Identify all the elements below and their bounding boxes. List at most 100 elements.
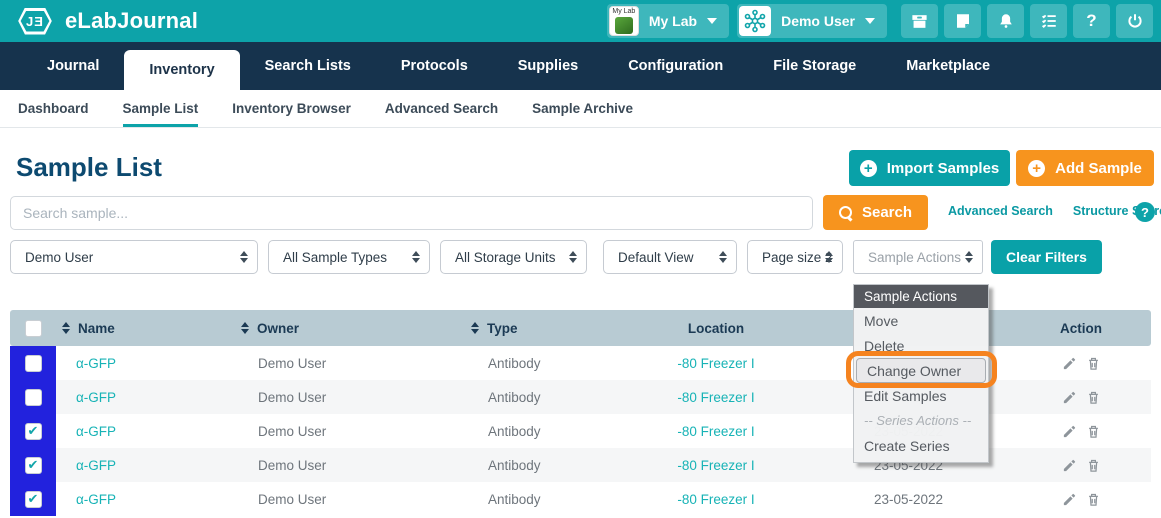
app-logo[interactable]: JƎ eLabJournal [0,8,198,35]
table-row: α-GFP Demo User Antibody -80 Freezer I 2… [10,482,1151,516]
user-selector[interactable]: Demo User [737,4,887,38]
menu-item-move[interactable]: Move [854,308,988,333]
location-link[interactable]: -80 Freezer I [677,458,754,473]
type-cell: Antibody [488,492,541,507]
subnav-sample-archive[interactable]: Sample Archive [532,90,633,127]
add-sample-button[interactable]: + Add Sample [1016,150,1154,186]
select-arrows-icon [240,251,248,263]
select-arrows-icon [412,251,420,263]
subnav-sample-list[interactable]: Sample List [123,90,199,127]
select-all-checkbox[interactable] [25,320,42,337]
task-list-button[interactable] [1030,4,1067,38]
tab-search-lists[interactable]: Search Lists [240,42,376,90]
tab-inventory[interactable]: Inventory [124,50,239,90]
delete-icon[interactable] [1086,390,1101,405]
search-input[interactable] [10,196,813,230]
sample-name-link[interactable]: α-GFP [76,356,116,371]
row-checkbox[interactable] [25,423,42,440]
column-header-location[interactable]: Location [626,321,806,336]
owner-cell: Demo User [258,356,326,371]
edit-icon[interactable] [1062,424,1077,439]
notes-button[interactable] [944,4,981,38]
edit-icon[interactable] [1062,492,1077,507]
clear-filters-button[interactable]: Clear Filters [991,240,1102,274]
lab-thumbnail-icon [615,17,633,34]
column-header-type[interactable]: Type [487,321,518,336]
owner-cell: Demo User [258,424,326,439]
my-lab-selector[interactable]: My Lab My Lab [607,4,729,38]
owner-cell: Demo User [258,492,326,507]
column-header-action: Action [1011,321,1151,336]
storage-box-icon [910,12,929,31]
import-samples-button[interactable]: + Import Samples [849,150,1010,186]
subnav-dashboard[interactable]: Dashboard [18,90,89,127]
chevron-down-icon [707,18,717,24]
sample-name-link[interactable]: α-GFP [76,390,116,405]
filter-bar: Demo User All Sample Types All Storage U… [10,240,1102,274]
row-checkbox[interactable] [25,457,42,474]
delete-icon[interactable] [1086,424,1101,439]
owner-filter-select[interactable]: Demo User [10,240,258,274]
user-label: Demo User [781,13,855,29]
edit-icon[interactable] [1062,356,1077,371]
location-link[interactable]: -80 Freezer I [677,356,754,371]
view-filter-select[interactable]: Default View [603,240,737,274]
sort-icon[interactable] [471,322,479,334]
notifications-button[interactable] [987,4,1024,38]
tab-protocols[interactable]: Protocols [376,42,493,90]
row-checkbox[interactable] [25,355,42,372]
task-list-icon [1040,12,1058,30]
molecule-icon [739,6,771,36]
sort-icon[interactable] [241,322,249,334]
location-link[interactable]: -80 Freezer I [677,492,754,507]
search-button[interactable]: Search [823,195,928,230]
type-cell: Antibody [488,458,541,473]
tab-marketplace[interactable]: Marketplace [881,42,1015,90]
location-link[interactable]: -80 Freezer I [677,390,754,405]
row-checkbox[interactable] [25,389,42,406]
tab-configuration[interactable]: Configuration [603,42,748,90]
plus-icon: + [860,160,877,177]
select-arrows-icon [825,251,833,263]
sample-type-filter-select[interactable]: All Sample Types [268,240,430,274]
edit-icon[interactable] [1062,390,1077,405]
select-arrows-icon [719,251,727,263]
sample-actions-select[interactable]: Sample Actions [853,240,983,274]
advanced-search-link[interactable]: Advanced Search [948,204,1053,218]
delete-icon[interactable] [1086,458,1101,473]
app-title: eLabJournal [65,8,198,34]
column-header-owner[interactable]: Owner [257,321,299,336]
tab-supplies[interactable]: Supplies [493,42,603,90]
help-button[interactable]: ? [1073,4,1110,38]
menu-item-create-series[interactable]: Create Series [854,433,988,458]
tab-journal[interactable]: Journal [22,42,124,90]
location-link[interactable]: -80 Freezer I [677,424,754,439]
row-checkbox[interactable] [25,491,42,508]
storage-unit-filter-select[interactable]: All Storage Units [440,240,587,274]
sample-actions-menu: Sample Actions Move Delete Change Owner … [853,284,989,463]
delete-icon[interactable] [1086,356,1101,371]
storage-box-button[interactable] [901,4,938,38]
page-size-select[interactable]: Page size 2 [747,240,843,274]
plus-icon: + [1028,160,1045,177]
search-help-icon[interactable]: ? [1135,202,1155,222]
select-arrows-icon [569,251,577,263]
subnav-inventory-browser[interactable]: Inventory Browser [232,90,351,127]
note-icon [954,12,972,30]
bell-icon [997,12,1015,30]
menu-item-edit-samples[interactable]: Edit Samples [854,383,988,408]
column-header-name[interactable]: Name [78,321,115,336]
date-cell: 23-05-2022 [806,492,1011,507]
tab-file-storage[interactable]: File Storage [748,42,881,90]
sample-name-link[interactable]: α-GFP [76,424,116,439]
sample-name-link[interactable]: α-GFP [76,458,116,473]
sample-name-link[interactable]: α-GFP [76,492,116,507]
owner-cell: Demo User [258,458,326,473]
sort-icon[interactable] [62,322,70,334]
subnav-advanced-search[interactable]: Advanced Search [385,90,498,127]
menu-item-change-owner[interactable]: Change Owner [856,358,986,383]
menu-item-delete[interactable]: Delete [854,333,988,358]
logout-button[interactable] [1116,4,1153,38]
edit-icon[interactable] [1062,458,1077,473]
delete-icon[interactable] [1086,492,1101,507]
